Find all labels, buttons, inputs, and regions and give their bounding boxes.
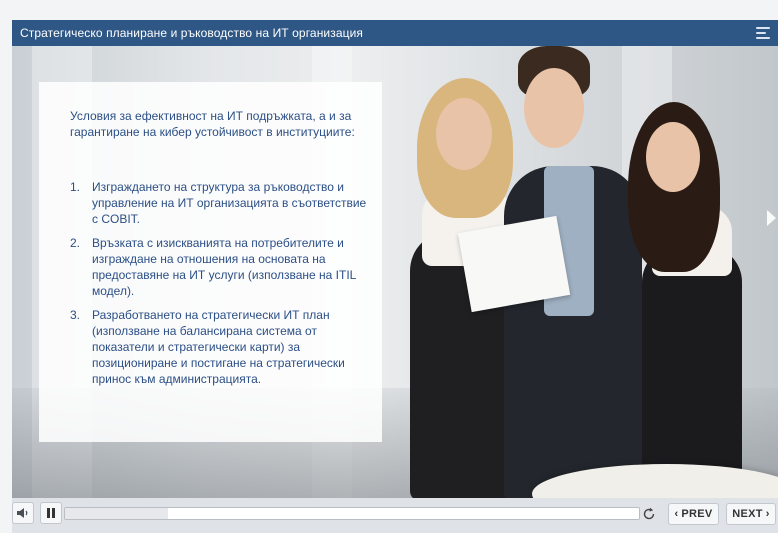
- chevron-left-icon: ‹: [674, 508, 679, 520]
- document-folder: [457, 215, 571, 313]
- menu-icon[interactable]: [756, 27, 770, 39]
- volume-button[interactable]: [12, 502, 34, 524]
- playback-controls: ‹ PREV NEXT ›: [12, 502, 778, 528]
- pause-icon: [47, 508, 55, 518]
- pause-button[interactable]: [40, 502, 62, 524]
- progress-bar[interactable]: [64, 507, 640, 520]
- prev-button[interactable]: ‹ PREV: [668, 503, 719, 525]
- list-item-text: Разработването на стратегически ИТ план …: [92, 308, 345, 386]
- course-player: Стратегическо планиране и ръководство на…: [12, 20, 778, 533]
- title-bar: Стратегическо планиране и ръководство на…: [12, 20, 778, 46]
- list-item-text: Връзката с изискванията на потребителите…: [92, 236, 356, 298]
- list-item-number: 2.: [70, 236, 81, 250]
- list-item: 2. Връзката с изискванията на потребител…: [70, 235, 370, 299]
- replay-button[interactable]: [642, 507, 656, 521]
- list-item-text: Изграждането на структура за ръководство…: [92, 180, 367, 226]
- next-label: NEXT: [732, 508, 763, 520]
- person-left-face: [436, 98, 492, 170]
- list-item: 3. Разработването на стратегически ИТ пл…: [70, 307, 370, 387]
- volume-icon: [17, 508, 28, 518]
- prev-label: PREV: [681, 508, 713, 520]
- person-right-body: [642, 246, 742, 498]
- course-title: Стратегическо планиране и ръководство на…: [20, 26, 363, 40]
- progress-bar-fill: [65, 508, 169, 519]
- content-panel: Условия за ефективност на ИТ подръжката,…: [39, 82, 382, 442]
- slide-intro-text: Условия за ефективност на ИТ подръжката,…: [70, 109, 355, 139]
- list-item-number: 1.: [70, 180, 81, 194]
- person-right-face: [646, 122, 700, 192]
- slide-stage: Условия за ефективност на ИТ подръжката,…: [12, 46, 778, 498]
- slide-list: 1. Изграждането на структура за ръководс…: [70, 179, 370, 395]
- chevron-right-icon: ›: [765, 508, 770, 520]
- replay-icon: [643, 507, 655, 520]
- slide-next-arrow-icon[interactable]: [767, 210, 776, 226]
- list-item-number: 3.: [70, 308, 81, 322]
- person-center-face: [524, 68, 584, 148]
- list-item: 1. Изграждането на структура за ръководс…: [70, 179, 370, 227]
- next-button[interactable]: NEXT ›: [726, 503, 776, 525]
